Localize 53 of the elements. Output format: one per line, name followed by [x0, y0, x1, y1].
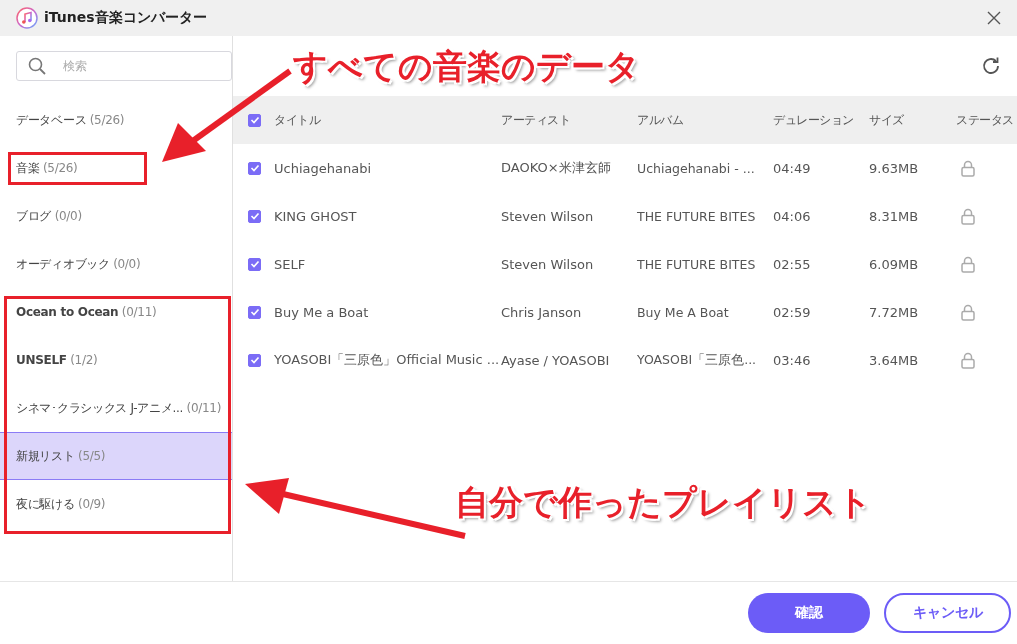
lock-icon: [961, 159, 975, 177]
table-cell-text: 7.72MB: [869, 304, 920, 320]
lock-icon: [961, 351, 975, 369]
table-cell-text: Uchiagehanabi: [274, 160, 372, 176]
column-header: アーティスト: [501, 111, 571, 129]
table-cell-text: Ayase / YOASOBI: [501, 352, 611, 368]
search-icon: [28, 57, 46, 75]
confirm-button[interactable]: 確認: [748, 593, 870, 633]
window-title: iTunes音楽コンバーター: [44, 9, 207, 27]
music-note-icon: [16, 7, 38, 29]
table-cell-text: 6.09MB: [869, 256, 920, 272]
annotation-text: 自分で作ったプレイリスト: [455, 481, 872, 524]
table-cell-text: YOASOBI「三原色...: [637, 351, 758, 369]
table-cell-text: 04:49: [773, 160, 812, 176]
table-cell: YOASOBI「三原色」Official Music ...: [274, 351, 501, 369]
table-cell-text: Buy Me a Boat: [274, 304, 370, 320]
annotation-text: すべての音楽のデータ: [293, 45, 640, 88]
table-cell-text: 9.63MB: [869, 160, 920, 176]
select-all-checkbox[interactable]: [248, 113, 261, 127]
table-cell-text: Steven Wilson: [501, 208, 595, 224]
column-header: ステータス: [956, 111, 1015, 129]
table-cell-text: 02:59: [773, 304, 812, 320]
table-cell-text: Buy Me A Boat: [637, 304, 730, 320]
table-cell-text: Uchiagehanabi - ...: [637, 160, 756, 176]
column-header: タイトル: [274, 111, 322, 129]
lock-icon: [961, 303, 975, 321]
table-cell-text: 3.64MB: [869, 352, 920, 368]
table-cell-text: 03:46: [773, 352, 812, 368]
row-checkbox[interactable]: [248, 209, 261, 223]
close-icon[interactable]: [987, 11, 1001, 25]
table-cell-text: 8.31MB: [869, 208, 920, 224]
column-header: デュレーション: [773, 111, 855, 129]
table-cell-text: SELF: [274, 256, 307, 272]
lock-icon: [961, 255, 975, 273]
row-checkbox[interactable]: [248, 305, 261, 319]
table-cell-text: Steven Wilson: [501, 256, 595, 272]
row-checkbox[interactable]: [248, 353, 261, 367]
cancel-button[interactable]: キャンセル: [884, 593, 1011, 633]
row-checkbox[interactable]: [248, 257, 261, 271]
lock-icon: [961, 207, 975, 225]
table-cell-text: 04:06: [773, 208, 812, 224]
column-header: アルバム: [637, 111, 684, 129]
table-cell-text: 02:55: [773, 256, 812, 272]
table-cell-text: THE FUTURE BITES: [637, 256, 757, 272]
table-cell-text: KING GHOST: [274, 208, 358, 224]
sidebar-item[interactable]: 新規リスト (5/5): [0, 432, 232, 480]
table-cell-text: THE FUTURE BITES: [637, 208, 757, 224]
search-field[interactable]: 検索: [16, 51, 232, 81]
row-checkbox[interactable]: [248, 161, 261, 175]
table-cell-text: DAOKO×米津玄師: [501, 159, 612, 177]
table-cell-text: Chris Janson: [501, 304, 583, 320]
column-header: サイズ: [869, 111, 905, 129]
refresh-icon[interactable]: [981, 56, 1001, 76]
